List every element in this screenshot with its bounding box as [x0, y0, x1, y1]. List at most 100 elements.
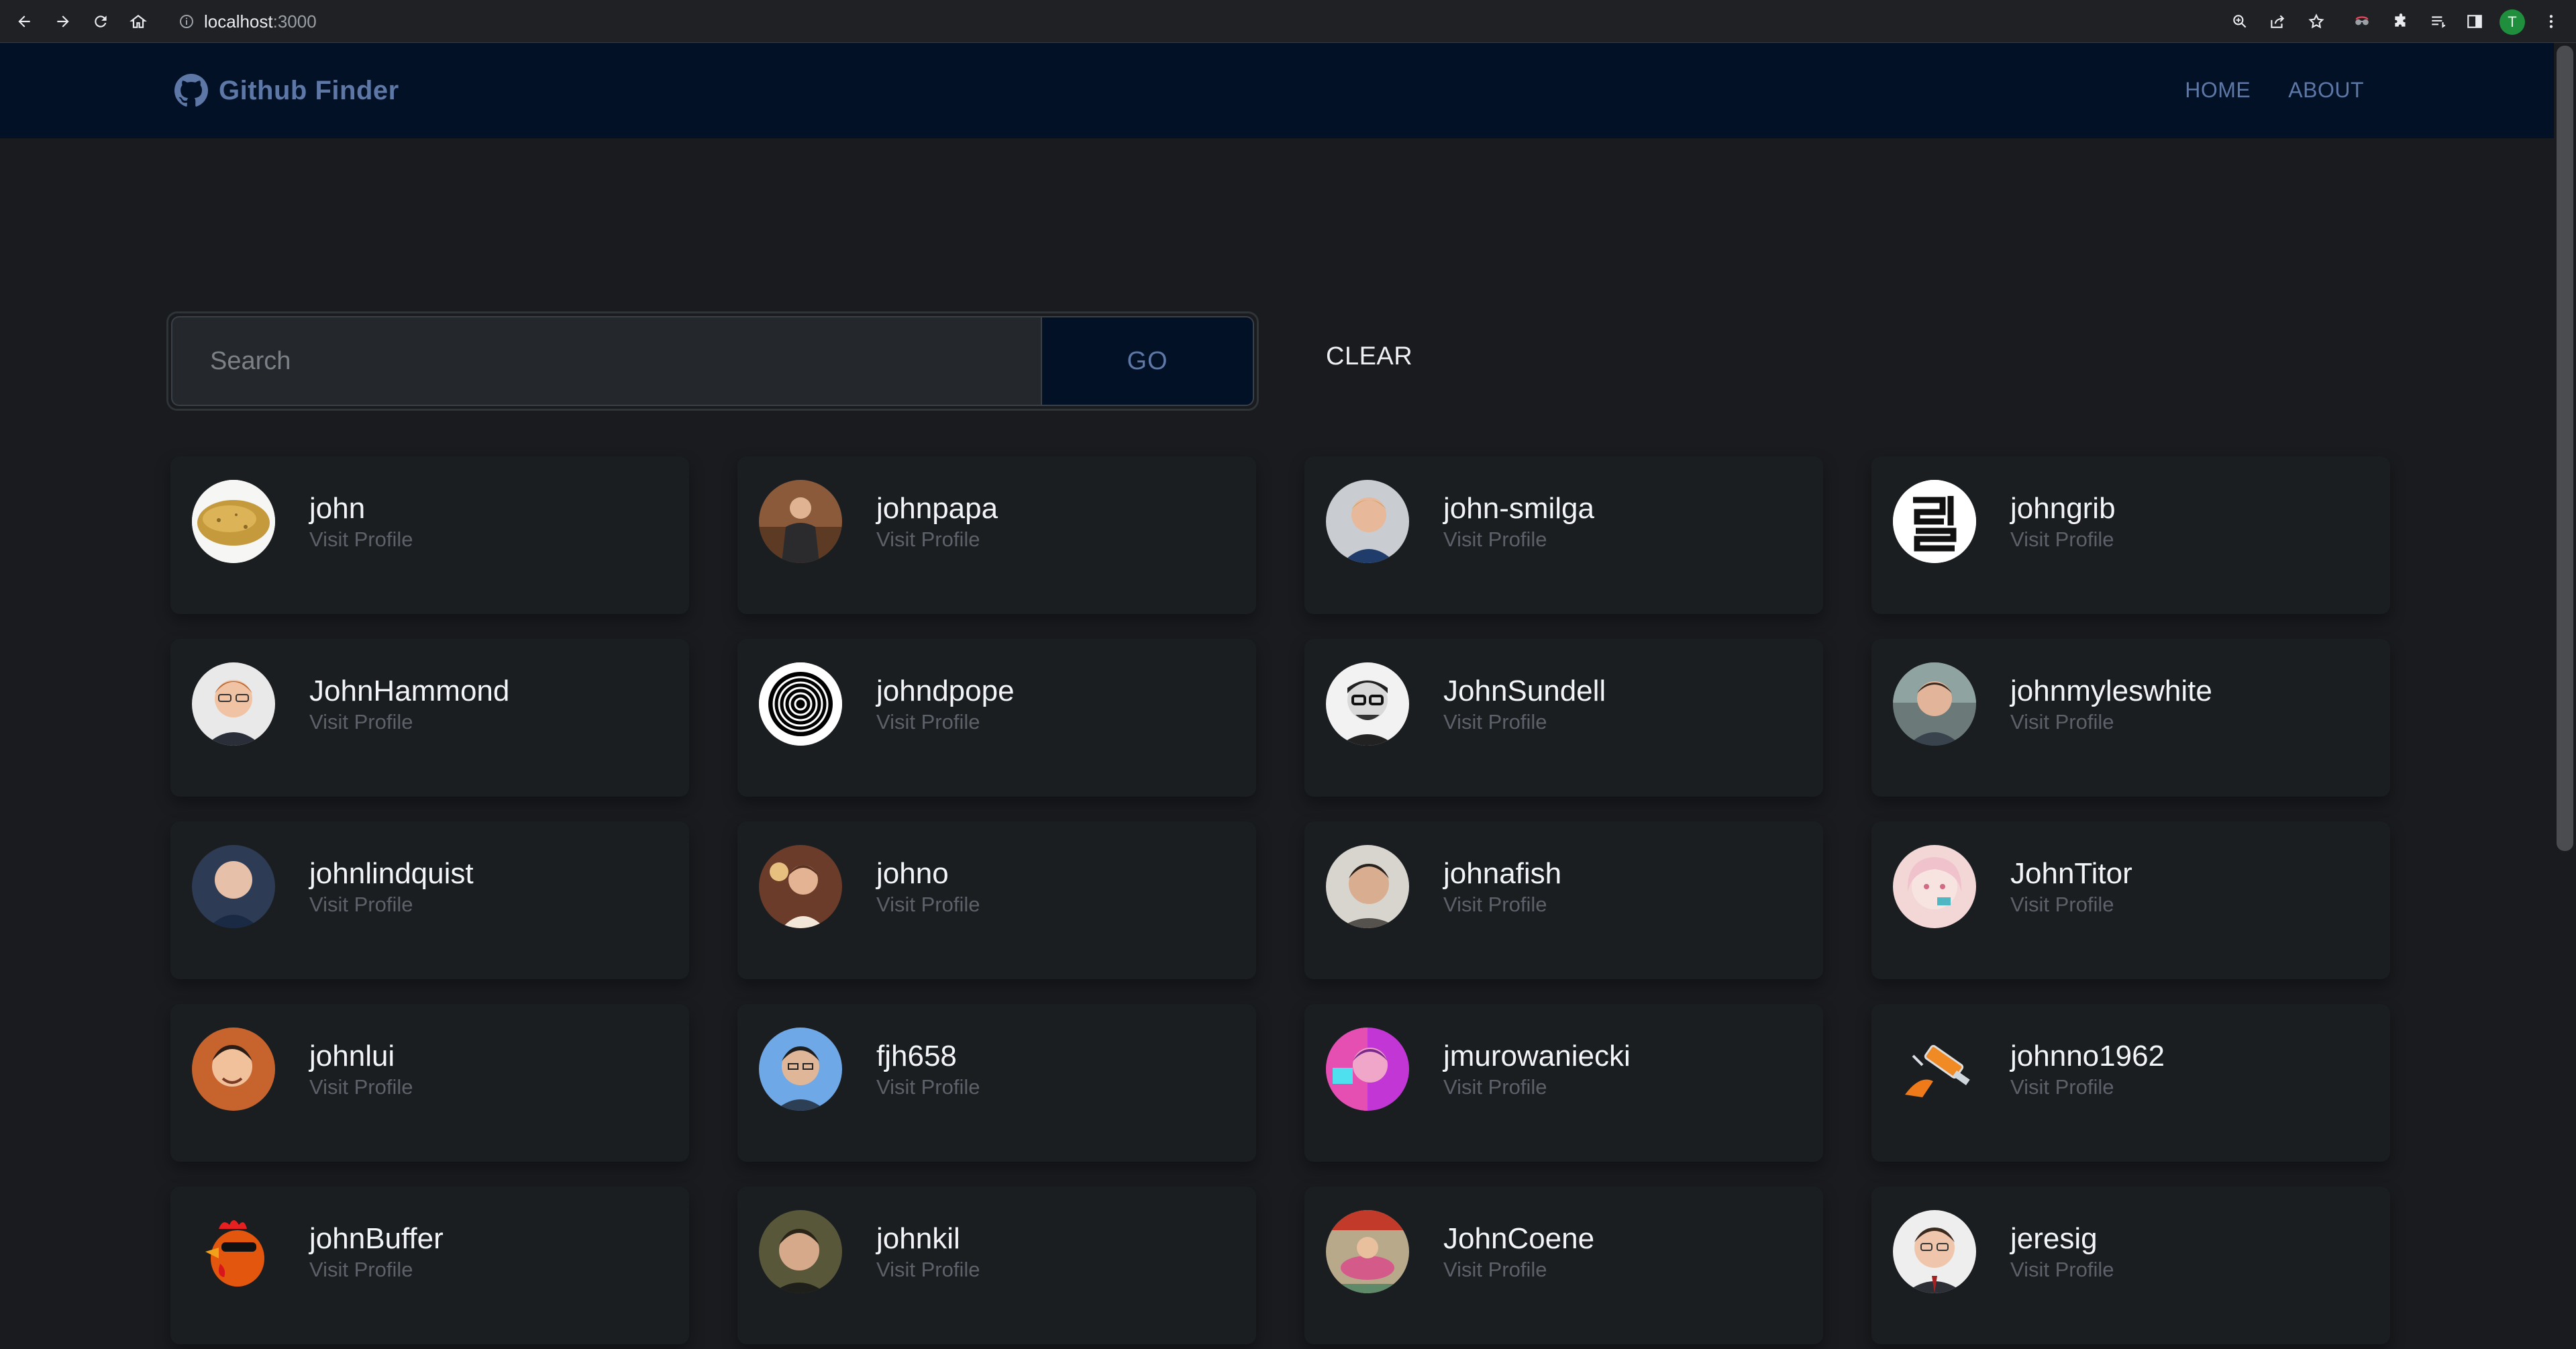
user-info: johnBuffer Visit Profile	[309, 1221, 444, 1283]
reload-icon[interactable]	[87, 8, 114, 35]
extensions-puzzle-icon[interactable]	[2387, 8, 2414, 35]
github-icon	[174, 74, 208, 107]
username: johnafish	[1443, 857, 1562, 890]
visit-profile-link[interactable]: Visit Profile	[309, 709, 509, 736]
more-menu-icon[interactable]	[2538, 8, 2565, 35]
bookmark-star-icon[interactable]	[2303, 8, 2330, 35]
user-avatar	[1893, 845, 1976, 928]
back-icon[interactable]	[11, 8, 38, 35]
visit-profile-link[interactable]: Visit Profile	[876, 526, 998, 553]
user-card[interactable]: JohnSundell Visit Profile	[1304, 639, 1823, 797]
user-avatar	[1326, 1028, 1409, 1111]
user-avatar	[1326, 662, 1409, 746]
brand-title: Github Finder	[219, 75, 399, 105]
clear-button[interactable]: CLEAR	[1326, 342, 1412, 371]
side-panel-icon[interactable]	[2461, 8, 2488, 35]
user-card[interactable]: fjh658 Visit Profile	[737, 1004, 1256, 1162]
visit-profile-link[interactable]: Visit Profile	[309, 1256, 444, 1283]
user-avatar	[192, 1028, 275, 1111]
visit-profile-link[interactable]: Visit Profile	[876, 709, 1015, 736]
page-scrollbar[interactable]	[2554, 43, 2576, 1349]
reading-list-icon[interactable]	[2425, 8, 2452, 35]
extension-glasses-icon[interactable]	[2349, 8, 2375, 35]
visit-profile-link[interactable]: Visit Profile	[2010, 891, 2132, 918]
user-card[interactable]: johnkil Visit Profile	[737, 1187, 1256, 1344]
user-card[interactable]: johngrib Visit Profile	[1871, 456, 2390, 614]
profile-avatar[interactable]: T	[2500, 9, 2525, 35]
user-photo-image	[192, 845, 275, 928]
visit-profile-link[interactable]: Visit Profile	[309, 1074, 413, 1101]
forward-icon[interactable]	[50, 8, 76, 35]
user-card[interactable]: johndpope Visit Profile	[737, 639, 1256, 797]
visit-profile-link[interactable]: Visit Profile	[2010, 1256, 2114, 1283]
visit-profile-link[interactable]: Visit Profile	[2010, 709, 2212, 736]
visit-profile-link[interactable]: Visit Profile	[1443, 1256, 1594, 1283]
visit-profile-link[interactable]: Visit Profile	[876, 1074, 980, 1101]
visit-profile-link[interactable]: Visit Profile	[309, 891, 474, 918]
user-card[interactable]: jeresig Visit Profile	[1871, 1187, 2390, 1344]
visit-profile-link[interactable]: Visit Profile	[2010, 526, 2116, 553]
user-info: johnlui Visit Profile	[309, 1039, 413, 1101]
user-photo-image	[192, 1028, 275, 1111]
visit-profile-link[interactable]: Visit Profile	[309, 526, 413, 553]
go-button[interactable]: GO	[1041, 316, 1254, 406]
user-avatar	[1326, 1210, 1409, 1293]
user-info: johno Visit Profile	[876, 856, 980, 918]
visit-profile-link[interactable]: Visit Profile	[1443, 526, 1594, 553]
user-card[interactable]: jmurowaniecki Visit Profile	[1304, 1004, 1823, 1162]
user-info: jmurowaniecki Visit Profile	[1443, 1039, 1631, 1101]
user-card[interactable]: john Visit Profile	[170, 456, 689, 614]
user-card[interactable]: johnlindquist Visit Profile	[170, 821, 689, 979]
user-photo-image	[1326, 845, 1409, 928]
username: johnlui	[309, 1040, 395, 1072]
site-info-icon[interactable]	[178, 13, 195, 30]
share-icon[interactable]	[2264, 8, 2291, 35]
visit-profile-link[interactable]: Visit Profile	[1443, 1074, 1631, 1101]
user-card[interactable]: JohnTitor Visit Profile	[1871, 821, 2390, 979]
user-card[interactable]: johnpapa Visit Profile	[737, 456, 1256, 614]
user-card[interactable]: johno Visit Profile	[737, 821, 1256, 979]
url-host: localhost	[204, 11, 273, 32]
user-info: fjh658 Visit Profile	[876, 1039, 980, 1101]
user-card[interactable]: johnno1962 Visit Profile	[1871, 1004, 2390, 1162]
nav-links: HOME ABOUT	[2185, 78, 2364, 103]
user-info: johngrib Visit Profile	[2010, 491, 2116, 553]
user-card[interactable]: johnBuffer Visit Profile	[170, 1187, 689, 1344]
username: JohnCoene	[1443, 1222, 1595, 1255]
user-info: johnlindquist Visit Profile	[309, 856, 474, 918]
zoom-icon[interactable]	[2226, 8, 2253, 35]
user-avatar	[759, 480, 842, 563]
user-avatar	[192, 845, 275, 928]
user-avatar	[1893, 662, 1976, 746]
user-info: johnkil Visit Profile	[876, 1221, 980, 1283]
search-input[interactable]	[171, 316, 1041, 406]
user-card[interactable]: johnafish Visit Profile	[1304, 821, 1823, 979]
home-icon[interactable]	[125, 8, 152, 35]
user-card[interactable]: JohnHammond Visit Profile	[170, 639, 689, 797]
user-avatar	[1893, 1210, 1976, 1293]
nav-home-link[interactable]: HOME	[2185, 78, 2251, 103]
user-avatar	[759, 1028, 842, 1111]
user-photo-image	[1893, 1210, 1976, 1293]
user-info: JohnTitor Visit Profile	[2010, 856, 2132, 918]
address-bar[interactable]: localhost:3000	[164, 5, 2234, 38]
visit-profile-link[interactable]: Visit Profile	[876, 1256, 980, 1283]
username: john-smilga	[1443, 492, 1594, 525]
user-photo-image	[1893, 662, 1976, 746]
nav-about-link[interactable]: ABOUT	[2288, 78, 2364, 103]
user-card[interactable]: john-smilga Visit Profile	[1304, 456, 1823, 614]
user-card[interactable]: JohnCoene Visit Profile	[1304, 1187, 1823, 1344]
user-card[interactable]: johnmyleswhite Visit Profile	[1871, 639, 2390, 797]
hangul-logo-image	[1893, 480, 1976, 563]
scrollbar-thumb[interactable]	[2557, 46, 2573, 851]
visit-profile-link[interactable]: Visit Profile	[2010, 1074, 2165, 1101]
username: JohnHammond	[309, 674, 510, 707]
visit-profile-link[interactable]: Visit Profile	[876, 891, 980, 918]
user-avatar	[1893, 480, 1976, 563]
visit-profile-link[interactable]: Visit Profile	[1443, 709, 1606, 736]
user-card[interactable]: johnlui Visit Profile	[170, 1004, 689, 1162]
brand[interactable]: Github Finder	[174, 74, 399, 107]
username: johnlindquist	[309, 857, 474, 890]
visit-profile-link[interactable]: Visit Profile	[1443, 891, 1561, 918]
user-info: JohnCoene Visit Profile	[1443, 1221, 1594, 1283]
